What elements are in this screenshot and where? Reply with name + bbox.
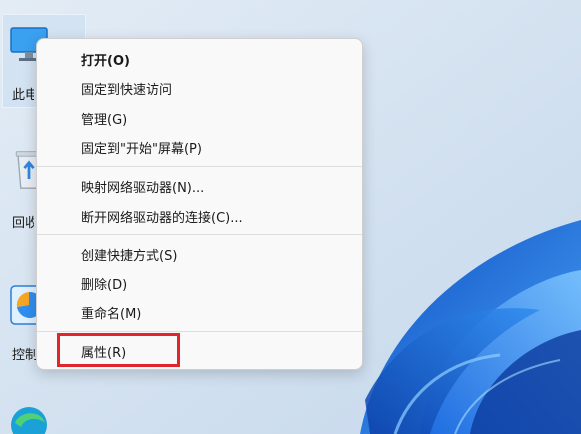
desktop-icon-label: 回收站 — [12, 216, 34, 231]
annotation-highlight-box — [57, 333, 180, 367]
menu-item-label: 固定到快速访问 — [81, 82, 173, 98]
menu-item-create-shortcut[interactable]: 创建快捷方式(S) — [41, 240, 358, 268]
menu-item-label: 固定到"开始"屏幕(P) — [81, 141, 202, 157]
menu-item-label: 删除(D) — [81, 277, 128, 293]
desktop-icon-label: 此电脑 — [12, 88, 34, 103]
menu-item-label: 管理(G) — [81, 112, 128, 128]
menu-item-label: 打开(O) — [81, 53, 130, 69]
menu-item-label: 重命名(M) — [81, 306, 142, 322]
menu-item-label: 映射网络驱动器(N)... — [81, 180, 205, 196]
menu-item-label: 创建快捷方式(S) — [81, 248, 178, 264]
menu-item-rename[interactable]: 重命名(M) — [41, 298, 358, 326]
menu-item-map-network-drive[interactable]: 映射网络驱动器(N)... — [41, 172, 358, 200]
desktop-icon-edge[interactable] — [0, 400, 70, 434]
menu-item-open[interactable]: 打开(O) — [41, 45, 358, 73]
menu-item-pin-start[interactable]: 固定到"开始"屏幕(P) — [41, 133, 358, 161]
menu-item-manage[interactable]: 管理(G) — [41, 104, 358, 132]
edge-icon — [11, 407, 47, 434]
desktop: 此电脑 回收站 控制面板 打开(O) 固定到快速访问 管理(G) — [0, 0, 581, 434]
menu-separator — [37, 331, 362, 332]
desktop-icon-label: 控制面板 — [12, 348, 38, 363]
menu-item-pin-quick-access[interactable]: 固定到快速访问 — [41, 74, 358, 102]
menu-separator — [37, 234, 362, 235]
menu-separator — [37, 166, 362, 167]
menu-item-disconnect-network-drive[interactable]: 断开网络驱动器的连接(C)... — [41, 202, 358, 230]
menu-item-delete[interactable]: 删除(D) — [41, 269, 358, 297]
context-menu: 打开(O) 固定到快速访问 管理(G) 固定到"开始"屏幕(P) 映射网络驱动器… — [36, 38, 363, 370]
menu-item-label: 断开网络驱动器的连接(C)... — [81, 210, 243, 226]
